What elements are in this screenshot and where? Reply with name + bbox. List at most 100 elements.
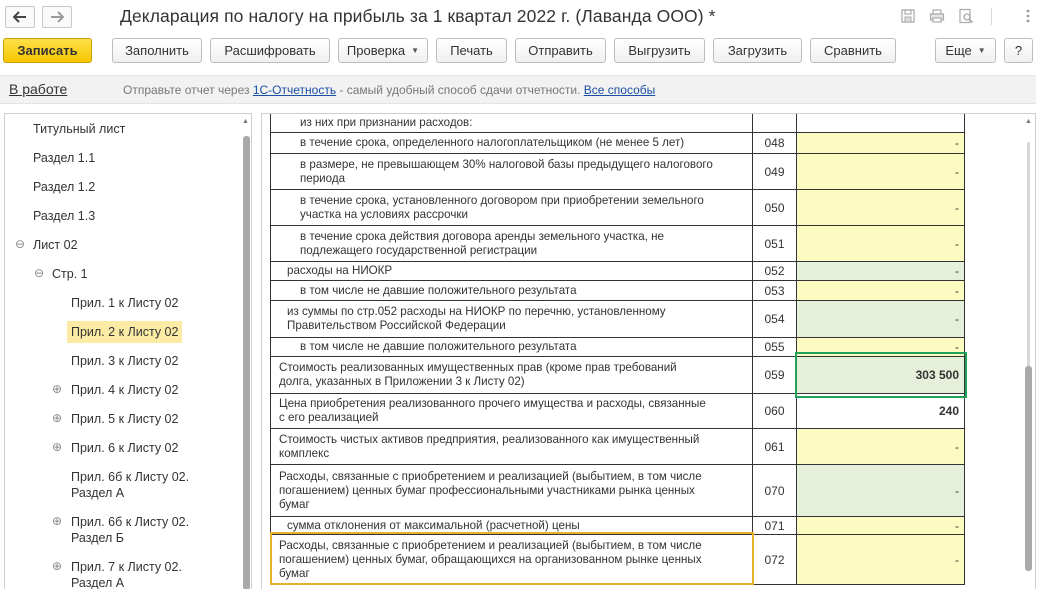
more-vertical-icon[interactable] [1020,8,1036,24]
line-description: Стоимость реализованных имущественных пр… [270,357,753,394]
line-code [753,114,797,133]
tree-item-label: Прил. 6б к Листу 02. [71,470,190,484]
tree-item-app-4[interactable]: Прил. 4 к Листу 02 [71,382,178,398]
send-button[interactable]: Отправить [515,38,606,63]
info-prefix: Отправьте отчет через [123,83,253,97]
line-value-cell[interactable]: - [797,535,965,585]
tree-item-app-3[interactable]: Прил. 3 к Листу 02 [71,353,178,369]
description-line: сумма отклонения от максимальной (расчет… [287,518,580,532]
description-line: подлежащего государственной регистрации [300,243,538,257]
line-value-cell[interactable]: - [797,154,965,190]
tree-item-label-2: Раздел А [71,576,125,589]
form-scrollbar[interactable]: ▲ [1022,114,1035,589]
decode-button[interactable]: Расшифровать [210,38,330,63]
description-line: в том числе не давшие положительного рез… [300,283,577,297]
tree-item-label-2: Раздел Б [71,531,124,545]
table-row: в течение срока, установленного договоро… [270,190,965,226]
scrollbar-thumb[interactable] [1025,366,1032,571]
description-line: периода [300,171,346,185]
line-code: 060 [753,394,797,429]
save-icon[interactable] [900,8,916,24]
line-value-cell[interactable]: 240 [797,394,965,429]
tree-scrollbar[interactable]: ▲ [241,114,251,589]
scroll-up-icon[interactable]: ▲ [1025,118,1032,125]
description-line: расходы на НИОКР [287,264,393,277]
line-value-cell[interactable]: - [797,133,965,154]
more-dropdown[interactable]: Еще ▼ [935,38,996,63]
print-button[interactable]: Печать [436,38,507,63]
scrollbar-thumb[interactable] [243,136,250,589]
description-text: в течение срока действия договора аренды… [300,230,664,258]
line-value-cell[interactable]: - [797,190,965,226]
line-description: Расходы, связанные с приобретением и реа… [270,465,753,517]
description-line: в том числе не давшие положительного рез… [300,340,577,353]
line-description: из них при признании расходов: [270,114,753,133]
tree-item-sheet-02[interactable]: Лист 02 [33,237,78,253]
description-text: в том числе не давшие положительного рез… [300,340,577,354]
tree-item-app-1[interactable]: Прил. 1 к Листу 02 [71,295,178,311]
tree-item-app-5[interactable]: Прил. 5 к Листу 02 [71,411,178,427]
tree-item-app-6b-b[interactable]: Прил. 6б к Листу 02. Раздел Б [71,514,189,546]
line-description: Стоимость чистых активов предприятия, ре… [270,429,753,465]
description-line: Стоимость реализованных имущественных пр… [279,361,677,374]
expand-icon[interactable]: ⊕ [52,514,62,528]
line-description: в течение срока, установленного договоро… [270,190,753,226]
tree-item-app-7-a[interactable]: Прил. 7 к Листу 02. Раздел А [71,559,182,589]
back-button[interactable] [5,6,35,28]
line-code: 071 [753,517,797,535]
preview-icon[interactable] [958,8,974,24]
tree-item-app-2-selected[interactable]: Прил. 2 к Листу 02 [67,321,183,343]
line-value-cell[interactable]: - [797,517,965,535]
tree-item-label: Прил. 6б к Листу 02. [71,515,190,529]
info-bar: В работе Отправьте отчет через 1С-Отчетн… [0,75,1036,104]
collapse-icon[interactable]: ⊖ [34,266,44,280]
collapse-icon[interactable]: ⊖ [15,237,25,251]
line-value-cell[interactable]: - [797,301,965,338]
expand-icon[interactable]: ⊕ [52,382,62,396]
line-value-cell[interactable]: - [797,465,965,517]
line-value-cell[interactable]: - [797,262,965,281]
compare-button[interactable]: Сравнить [810,38,896,63]
tree-item-app-6[interactable]: Прил. 6 к Листу 02 [71,440,178,456]
forward-button[interactable] [42,6,72,28]
expand-icon[interactable]: ⊕ [52,559,62,573]
write-button[interactable]: Записать [3,38,92,63]
export-button[interactable]: Выгрузить [614,38,705,63]
all-methods-link[interactable]: Все способы [584,83,656,97]
tree-item-section-1-3[interactable]: Раздел 1.3 [33,208,95,224]
scroll-up-icon[interactable]: ▲ [242,118,249,125]
expand-icon[interactable]: ⊕ [52,440,62,454]
line-code: 070 [753,465,797,517]
description-text: Стоимость чистых активов предприятия, ре… [279,433,699,461]
line-value-cell[interactable] [797,114,965,133]
status-link[interactable]: В работе [9,81,67,97]
import-button[interactable]: Загрузить [713,38,802,63]
line-code: 050 [753,190,797,226]
description-line: комплекс [279,446,330,460]
arrow-right-icon [51,11,64,23]
tree-item-app-6b-a[interactable]: Прил. 6б к Листу 02. Раздел А [71,469,189,501]
tree-item-title[interactable]: Титульный лист [33,121,125,137]
description-line: из суммы по стр.052 расходы на НИОКР по … [287,305,666,318]
tree-item-section-1-1[interactable]: Раздел 1.1 [33,150,95,166]
fill-button[interactable]: Заполнить [112,38,202,63]
table-row: из суммы по стр.052 расходы на НИОКР по … [270,301,965,338]
tree-item-section-1-2[interactable]: Раздел 1.2 [33,179,95,195]
1c-reporting-link[interactable]: 1С-Отчетность [253,83,336,97]
line-description: расходы на НИОКР [270,262,753,281]
line-value-cell[interactable]: - [797,226,965,262]
description-text: в течение срока, определенного налогопла… [300,136,684,150]
print-icon[interactable] [929,8,945,24]
table-row: расходы на НИОКР 052- [270,262,965,281]
expand-icon[interactable]: ⊕ [52,411,62,425]
help-button[interactable]: ? [1004,38,1033,63]
line-value-cell[interactable]: - [797,281,965,301]
description-text: расходы на НИОКР [287,264,392,278]
check-dropdown[interactable]: Проверка ▼ [338,38,428,63]
highlight-frame-line-059 [795,352,967,398]
tree-item-page-1[interactable]: Стр. 1 [52,266,88,282]
toolbar: Записать Заполнить Расшифровать Проверка… [0,34,1047,70]
line-value-cell[interactable]: - [797,429,965,465]
description-text: сумма отклонения от максимальной (расчет… [287,519,580,533]
description-text: в течение срока, установленного договоро… [300,194,704,222]
